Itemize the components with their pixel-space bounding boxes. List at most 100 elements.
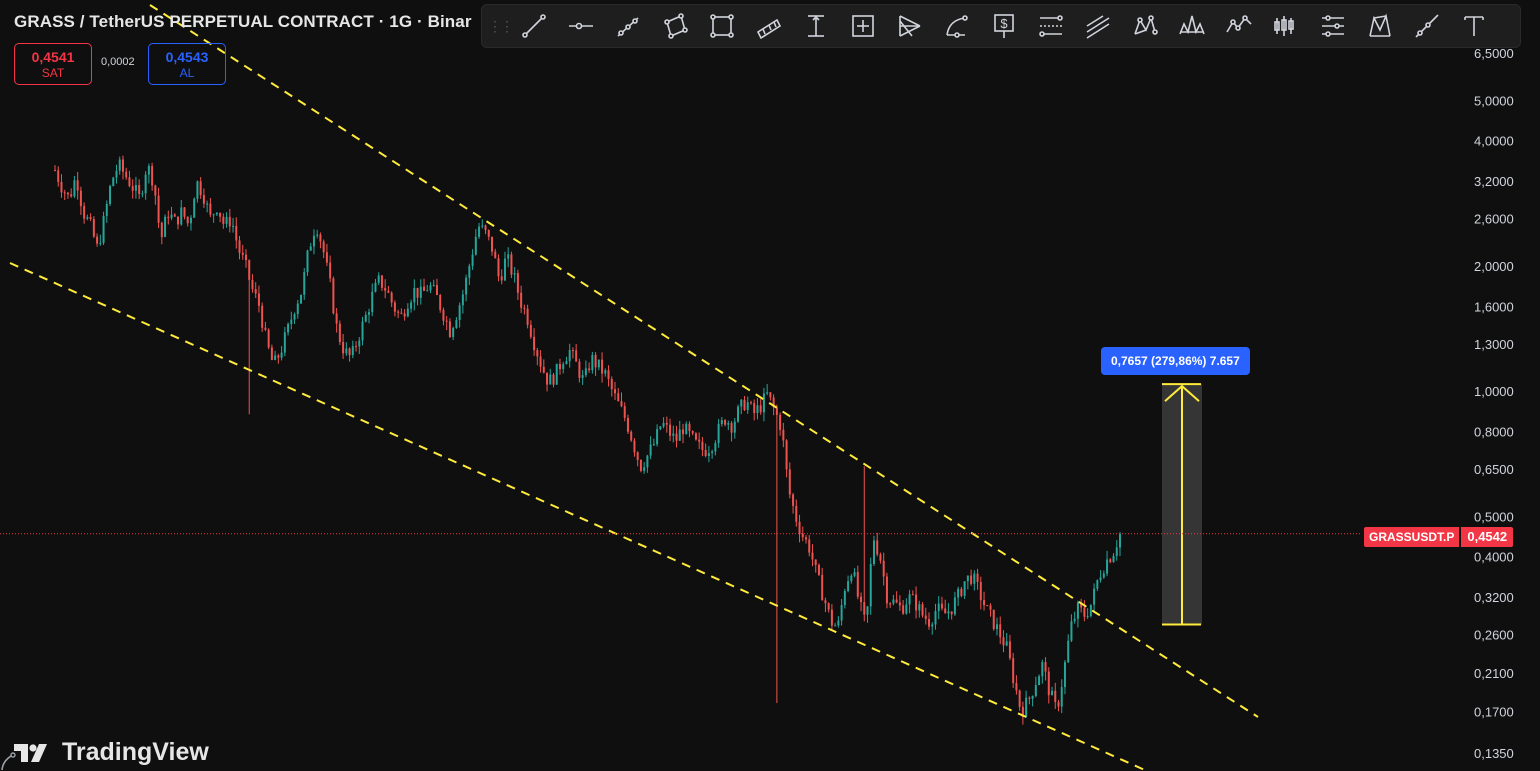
candle-body — [303, 272, 306, 295]
candle-body — [733, 421, 736, 433]
candle-body — [254, 289, 257, 294]
xabcd-pattern-icon[interactable] — [1121, 7, 1168, 45]
trend-line-icon[interactable] — [510, 7, 557, 45]
fib-extension-icon[interactable] — [1074, 7, 1121, 45]
price-chart[interactable]: 6,5000 5,0000 4,0000 3,2000 2,6000 2,0000 1,60… — [0, 0, 1540, 771]
horizontal-ray-icon[interactable] — [557, 7, 604, 45]
candle-body — [180, 207, 183, 225]
candle-body — [183, 207, 186, 217]
ray-icon[interactable] — [1403, 7, 1450, 45]
candle-body — [478, 226, 481, 237]
candle-body — [957, 588, 960, 598]
candle-body — [1057, 702, 1060, 707]
candle-body — [92, 219, 95, 237]
candle-body — [928, 618, 931, 627]
drag-handle-icon[interactable]: ⋮⋮ — [488, 18, 514, 35]
candle-body — [151, 166, 154, 186]
head-shoulders-icon[interactable] — [1168, 7, 1215, 45]
candle-body — [1086, 615, 1089, 617]
sell-button[interactable]: 0,4541 SAT — [14, 43, 92, 85]
candle-body — [872, 540, 875, 564]
candle-body — [995, 624, 998, 630]
y-tick-label: 0,1350 — [1474, 746, 1514, 761]
candle-body — [1012, 658, 1015, 684]
candle-body — [426, 290, 429, 292]
candle-body — [1060, 687, 1063, 707]
candle-body — [121, 159, 124, 172]
candle-body — [484, 225, 487, 231]
candle-body — [222, 216, 225, 224]
candle-body — [681, 429, 684, 435]
candle-body — [112, 177, 115, 186]
channel-icon[interactable] — [745, 7, 792, 45]
arc-icon[interactable] — [933, 7, 980, 45]
candle-body — [1031, 695, 1034, 699]
channel-lines[interactable] — [9, 4, 1259, 771]
candle-body — [316, 234, 319, 236]
candle-body — [552, 374, 555, 385]
fib-retracement-icon[interactable] — [1027, 7, 1074, 45]
candle-body — [397, 311, 400, 313]
candle-body — [325, 252, 328, 263]
candle-body — [468, 266, 471, 278]
candle-body — [293, 314, 296, 320]
candle-body — [717, 423, 720, 444]
price-range-icon[interactable] — [792, 7, 839, 45]
candle-body — [905, 604, 908, 614]
candle-body — [274, 355, 277, 360]
candle-body — [280, 352, 283, 358]
candle-body — [860, 596, 863, 603]
gann-fan-icon[interactable] — [1309, 7, 1356, 45]
candle-body — [160, 222, 163, 237]
candle-body — [672, 433, 675, 436]
y-tick-label: 0,5000 — [1474, 509, 1514, 524]
y-tick-label: 5,0000 — [1474, 93, 1514, 108]
date-price-range-icon[interactable] — [839, 7, 886, 45]
candle-body — [749, 402, 752, 404]
y-tick-label: 6,5000 — [1474, 46, 1514, 61]
candle-body — [86, 217, 89, 219]
candle-body — [523, 307, 526, 309]
candle-body — [588, 368, 591, 371]
candle-body — [270, 347, 273, 360]
last-price-tag: GRASSUSDT.P 0,4542 — [1364, 527, 1514, 547]
pitchfork-icon[interactable] — [886, 7, 933, 45]
candle-body — [701, 441, 704, 450]
candle-body — [727, 423, 730, 425]
elliott-wave-icon[interactable] — [1215, 7, 1262, 45]
candle-body — [562, 364, 565, 370]
candle-body — [863, 602, 866, 615]
cypher-pattern-icon[interactable] — [1356, 7, 1403, 45]
text-icon[interactable] — [1450, 7, 1497, 45]
candle-body — [248, 260, 251, 280]
candle-body — [643, 467, 646, 471]
candle-body — [866, 606, 869, 615]
candle-body — [406, 308, 409, 317]
candle-body — [953, 597, 956, 615]
corner-resize-icon[interactable] — [0, 752, 22, 771]
candle-body — [555, 363, 558, 385]
candle-body — [795, 505, 798, 522]
candle-body — [698, 439, 701, 442]
candle-body — [908, 594, 911, 605]
candle-body — [856, 572, 859, 597]
long-position-icon[interactable]: $ — [980, 7, 1027, 45]
price-axis[interactable]: 6,5000 5,0000 4,0000 3,2000 2,6000 2,0000 1,60… — [1474, 46, 1514, 761]
tradingview-logo[interactable]: TradingView — [14, 738, 209, 767]
candle-body — [410, 302, 413, 309]
rectangle-icon[interactable] — [698, 7, 745, 45]
parallel-channel-icon[interactable] — [604, 7, 651, 45]
rotated-rectangle-icon[interactable] — [651, 7, 698, 45]
price-range-measure[interactable] — [1162, 383, 1202, 626]
candle-body — [584, 368, 587, 376]
candle-body — [338, 323, 341, 343]
candle-body — [882, 560, 885, 577]
candle-body — [448, 321, 451, 338]
candle-body — [296, 303, 299, 315]
y-tick-label: 2,0000 — [1474, 259, 1514, 274]
bars-pattern-icon[interactable] — [1262, 7, 1309, 45]
y-tick-label: 0,3200 — [1474, 590, 1514, 605]
candle-body — [840, 605, 843, 621]
candle-body — [487, 230, 490, 237]
buy-button[interactable]: 0,4543 AL — [148, 43, 226, 85]
